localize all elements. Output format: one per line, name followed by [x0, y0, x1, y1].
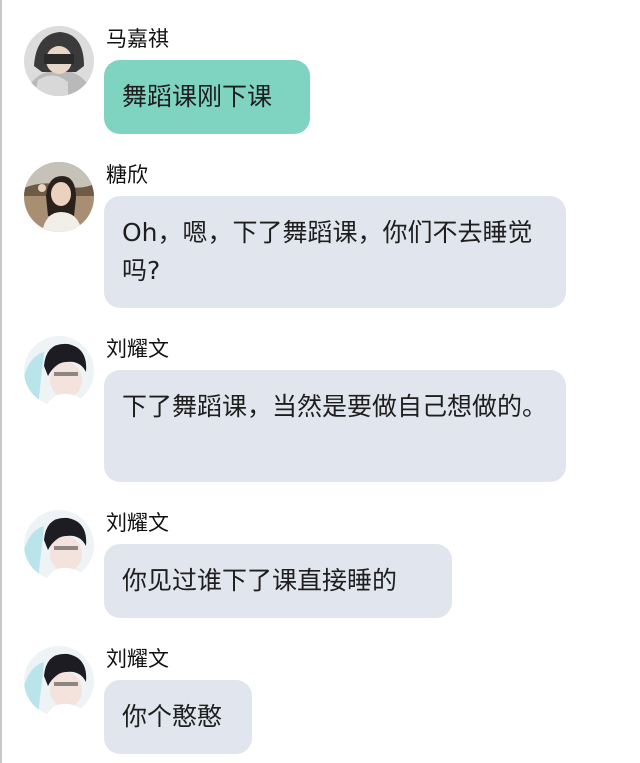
girl-outdoor-avatar[interactable] [24, 162, 94, 232]
chat-message: 刘耀文 下了舞蹈课，当然是要做自己想做的。 [0, 336, 640, 484]
sender-name: 马嘉祺 [106, 27, 169, 51]
chat-message: 马嘉祺 舞蹈课刚下课 [0, 26, 640, 138]
message-bubble[interactable]: 你个憨憨 [104, 680, 252, 754]
sender-name: 糖欣 [106, 163, 148, 187]
boy-avatar[interactable] [24, 510, 94, 580]
sender-name: 刘耀文 [106, 337, 169, 361]
boy-avatar[interactable] [24, 646, 94, 716]
boy-avatar[interactable] [24, 336, 94, 406]
sender-name: 刘耀文 [106, 511, 169, 535]
chat-message: 刘耀文 你个憨憨 [0, 646, 640, 758]
message-bubble[interactable]: Oh，嗯，下了舞蹈课，你们不去睡觉吗? [104, 196, 566, 308]
message-bubble[interactable]: 下了舞蹈课，当然是要做自己想做的。 [104, 370, 566, 482]
message-bubble[interactable]: 你见过谁下了课直接睡的 [104, 544, 452, 618]
chat-message: 糖欣 Oh，嗯，下了舞蹈课，你们不去睡觉吗? [0, 162, 640, 310]
hooded-boy-avatar[interactable] [24, 26, 94, 96]
message-bubble[interactable]: 舞蹈课刚下课 [104, 60, 310, 134]
sender-name: 刘耀文 [106, 647, 169, 671]
chat-message: 刘耀文 你见过谁下了课直接睡的 [0, 510, 640, 622]
